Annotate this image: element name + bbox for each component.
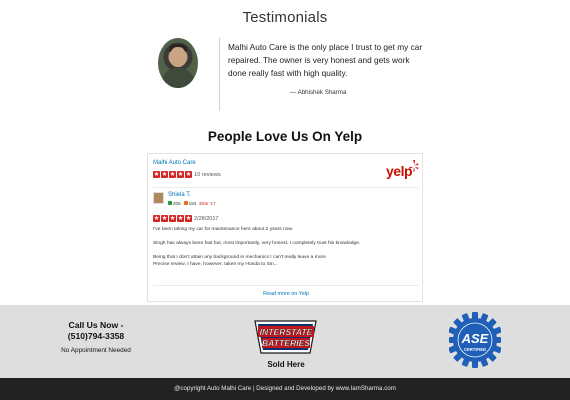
- call-us-title: Call Us Now -: [68, 320, 124, 330]
- batteries-text: BATTERIES: [262, 338, 310, 348]
- reviews-stat: 184: [183, 201, 197, 206]
- reviewer-stats: 206 184 Elite '17: [168, 201, 216, 206]
- reviews-count: 184: [188, 201, 197, 206]
- review-text: I've been taking my car for maintenance …: [153, 227, 415, 268]
- review-count: 10 reviews: [194, 172, 221, 178]
- star-icon: [185, 170, 192, 179]
- star-icon: [177, 214, 184, 223]
- testimonials-title: Testimonials: [242, 9, 328, 26]
- star-icon: [161, 170, 168, 179]
- testimonial-divider: [219, 38, 220, 111]
- review-paragraph: I've been taking my car for maintenance …: [153, 227, 294, 232]
- phone-number-link[interactable]: (510)794-3358: [40, 331, 152, 341]
- reviewer-avatar[interactable]: [153, 192, 164, 204]
- testimonial-avatar: [158, 38, 198, 88]
- review-paragraph: Singh has always been fast but, most imp…: [153, 241, 361, 247]
- read-more-on-yelp-link[interactable]: Read more on Yelp: [148, 291, 424, 297]
- business-name-link[interactable]: Malhi Auto Care: [153, 160, 196, 166]
- ase-subtext: CERTIFIED: [464, 347, 486, 352]
- copyright-text: @copyright Auto Malhi Care | Designed an…: [174, 385, 396, 392]
- testimonial-author: — Abhishek Sharma: [290, 89, 347, 96]
- ase-certified-badge: ASE CERTIFIED: [449, 312, 501, 368]
- star-icon: [169, 170, 176, 179]
- star-icon: [153, 170, 160, 179]
- elite-badge: Elite '17: [199, 201, 216, 206]
- yelp-review-widget: Malhi Auto Care 10 reviews yelp Shiela T…: [147, 153, 423, 302]
- reviewer-name-link[interactable]: Shiela T.: [168, 192, 191, 198]
- reviews-icon: [183, 201, 188, 205]
- star-icon: [185, 214, 192, 223]
- interstate-text: INTERSTATE: [260, 327, 313, 337]
- widget-divider: [153, 285, 419, 286]
- footer-band: Call Us Now - (510)794-3358 No Appointme…: [0, 305, 570, 378]
- star-icon: [177, 170, 184, 179]
- yelp-burst-icon: [409, 160, 419, 172]
- testimonial-card: Malhi Auto Care is the only place I trus…: [158, 38, 428, 112]
- sold-here-label: Sold Here: [267, 360, 305, 369]
- star-icon: [169, 214, 176, 223]
- friends-stat: 206: [168, 201, 181, 206]
- copyright-bar: @copyright Auto Malhi Care | Designed an…: [0, 378, 570, 400]
- review-rating-stars: [153, 214, 192, 223]
- review-paragraph: Precise review. I have, however, taken m…: [153, 261, 278, 267]
- testimonial-quote: Malhi Auto Care is the only place I trus…: [228, 42, 423, 79]
- business-rating-stars: [153, 170, 192, 179]
- friends-count: 206: [173, 201, 181, 206]
- review-paragraph: Being that I don't attain any background…: [153, 255, 326, 261]
- appointment-note: No Appointment Needed: [61, 347, 131, 354]
- star-icon: [161, 214, 168, 223]
- star-icon: [153, 214, 160, 223]
- yelp-section-title: People Love Us On Yelp: [207, 129, 363, 144]
- review-date: 2/28/2017: [194, 216, 219, 222]
- widget-divider: [153, 187, 419, 188]
- friends-icon: [168, 201, 172, 205]
- ase-text: ASE: [461, 331, 489, 346]
- interstate-batteries-logo: INTERSTATE BATTERIES: [254, 320, 317, 354]
